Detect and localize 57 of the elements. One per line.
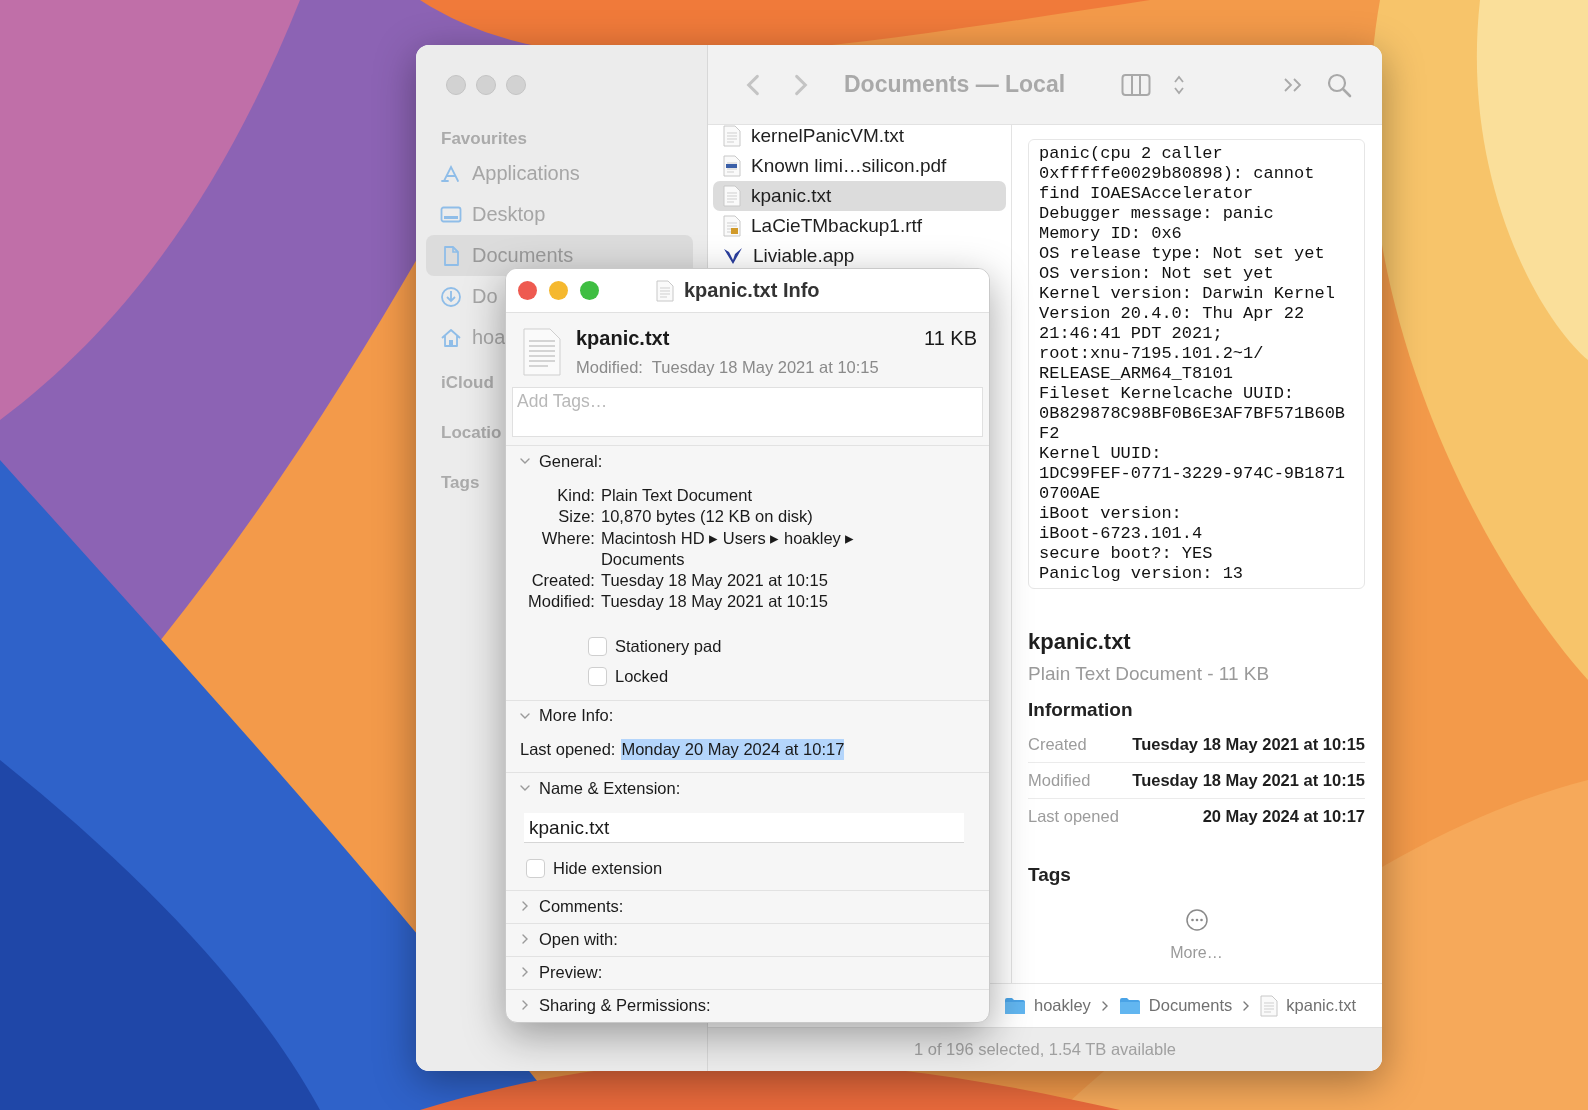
- preview-text-line: Kernel version: Darwin Kernel: [1039, 284, 1336, 304]
- preview-text-line: iBoot version:: [1039, 504, 1183, 524]
- sidebar-heading: Locatio: [441, 422, 502, 444]
- checkbox-label: Hide extension: [553, 859, 663, 879]
- field-label: Kind:: [556, 485, 595, 506]
- file-size: 11 KB: [924, 327, 977, 350]
- preview-text-line: Fileset Kernelcache UUID:: [1039, 384, 1296, 404]
- checkbox-label: Stationery pad: [615, 636, 722, 656]
- file-summary: Plain Text Document - 11 KB: [1028, 663, 1271, 685]
- info-value: Tuesday 18 May 2021 at 10:15: [1132, 771, 1365, 790]
- preview-text-line: root:xnu-7195.101.2~1/: [1039, 344, 1265, 364]
- info-value: 20 May 2024 at 10:17: [1202, 807, 1365, 826]
- field-label: Where:: [540, 527, 595, 549]
- file-name: kpanic.txt: [1028, 629, 1132, 655]
- field-label: Modified:: [528, 591, 595, 613]
- preview-text-line: OS release type: Not set yet: [1039, 244, 1326, 264]
- checkbox-label: Locked: [615, 666, 669, 686]
- preview-text-line: find IOAESAccelerator: [1039, 184, 1255, 204]
- preview-text-line: Kernel UUID:: [1039, 444, 1163, 464]
- section-heading: Tags: [1028, 864, 1072, 886]
- info-label: Modified: [1028, 771, 1091, 790]
- field-value: 10,870 bytes (12 KB on disk): [600, 506, 814, 528]
- sidebar-heading: Favourites: [441, 128, 527, 150]
- sidebar-heading: Tags: [441, 472, 480, 494]
- field-label: Created:: [530, 570, 595, 592]
- sidebar-heading: iCloud: [441, 372, 494, 394]
- window-title: Documents — Local: [844, 71, 1066, 98]
- field-value: Tuesday 18 May 2021 at 10:15: [600, 570, 829, 592]
- info-label: Created: [1028, 735, 1087, 754]
- preview-text-line: 21:46:41 PDT 2021;: [1039, 324, 1224, 344]
- info-label: Last opened: [1028, 807, 1119, 826]
- field-value: Plain Text Document: [600, 485, 753, 506]
- preview-text-line: Version 20.4.0: Thu Apr 22: [1039, 304, 1306, 324]
- status-bar: 1 of 196 selected, 1.54 TB available: [708, 1027, 1382, 1071]
- file-name: kpanic.txt: [576, 327, 670, 350]
- preview-text-line: Paniclog version: 13: [1039, 564, 1245, 584]
- preview-text-line: secure boot?: YES: [1039, 544, 1214, 564]
- modified-date: Modified: Tuesday 18 May 2021 at 10:15: [576, 358, 880, 377]
- section-heading: Information: [1028, 699, 1134, 721]
- field-value: Monday 20 May 2024 at 10:17: [621, 738, 845, 761]
- preview-text-line: Debugger message: panic: [1039, 204, 1275, 224]
- preview-text-line: RELEASE_ARM64_T8101: [1039, 364, 1234, 384]
- info-value: Tuesday 18 May 2021 at 10:15: [1132, 735, 1365, 754]
- field-value: Tuesday 18 May 2021 at 10:15: [600, 591, 829, 613]
- preview-text-line: F2: [1039, 424, 1061, 444]
- preview-text-line: iBoot-6723.101.4: [1039, 524, 1204, 544]
- preview-text-line: 0xfffffe0029b80898): cannot: [1039, 164, 1316, 184]
- field-label: Last opened:: [520, 738, 616, 760]
- preview-text-line: OS version: Not set yet: [1039, 264, 1275, 284]
- preview-text-line: 1DC99FEF-0771-3229-974C-9B1871: [1039, 464, 1347, 484]
- field-label: Size:: [557, 506, 595, 528]
- preview-text-line: Memory ID: 0x6: [1039, 224, 1183, 244]
- preview-text-line: panic(cpu 2 caller: [1039, 144, 1224, 164]
- window-title: kpanic.txt Info: [684, 279, 820, 302]
- preview-text-line: 0B829878C98BF0B6E3AF7BF571B60B: [1039, 404, 1347, 424]
- field-value: Macintosh HD ▸ Users ▸ hoakley ▸ Documents: [600, 527, 856, 570]
- preview-text-line: 0700AE: [1039, 484, 1102, 504]
